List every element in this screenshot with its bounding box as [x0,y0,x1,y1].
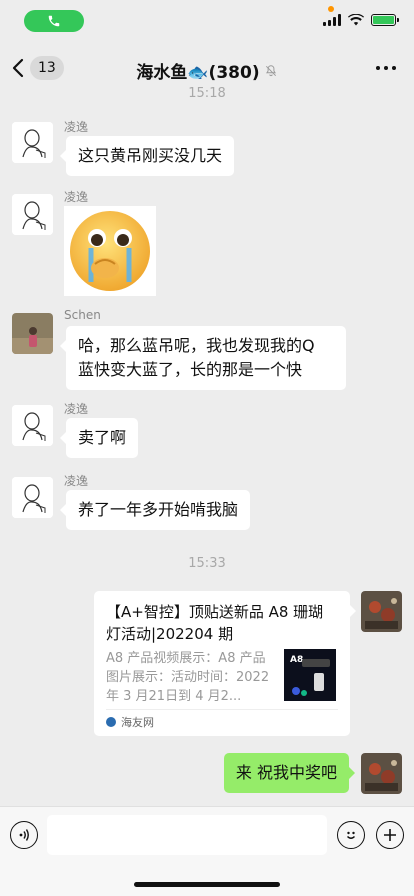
message-line: 蓝快变大蓝了，长的那是一个快 [78,360,303,379]
voice-icon [19,829,29,841]
privacy-indicator-dot [328,6,334,12]
message-bubble[interactable]: 养了一年多开始啃我脑 [59,490,251,530]
phone-icon [48,15,60,27]
message-bubble[interactable]: 这只黄吊刚买没几天 [59,136,235,176]
battery-charging-icon [371,14,399,26]
plus-icon [384,829,396,841]
message-input[interactable] [47,815,327,855]
avatar-schen[interactable] [12,313,53,354]
chat-title[interactable]: 海水鱼🐟(380) [0,58,414,83]
voice-button[interactable] [10,821,38,849]
message-bubble[interactable]: 卖了啊 [59,418,139,458]
sender-name: Schen [64,308,101,322]
crying-emoji-sticker[interactable] [64,206,156,296]
status-bar [0,0,414,44]
signal-icon [323,14,341,26]
emoji-icon [347,831,355,839]
source-icon [106,717,116,727]
avatar-lingyi[interactable] [12,405,53,446]
avatar-lingyi[interactable] [12,122,53,163]
avatar-me[interactable] [361,753,402,794]
link-description: A8 产品视频展示：A8 产品图片展示：活动时间：2022 年 3 月21日到 … [106,651,270,704]
link-card-message[interactable]: 【A+智控】顶贴送新品 A8 珊瑚灯活动|202204 期 A8 产品视频展示：… [94,591,356,736]
active-call-pill[interactable] [24,10,84,32]
sender-name: 凌逸 [64,120,89,134]
wifi-icon [348,14,364,26]
link-title: 【A+智控】顶贴送新品 A8 珊瑚灯活动|202204 期 [106,603,324,643]
plus-button[interactable] [376,821,404,849]
message-bubble[interactable]: 哈，那么蓝吊呢，我也发现我的Q 蓝快变大蓝了，长的那是一个快 [60,326,346,390]
emoji-button[interactable] [337,821,365,849]
group-name: 海水鱼🐟(380) [136,63,260,83]
home-indicator[interactable] [134,882,280,887]
timestamp: 15:33 [188,556,226,571]
link-source: 海友网 [106,709,338,730]
more-options-button[interactable] [376,66,396,70]
my-message-bubble[interactable]: 来 祝我中奖吧 [223,753,356,793]
avatar-lingyi[interactable] [12,477,53,518]
message-line: 哈，那么蓝吊呢，我也发现我的Q [78,336,315,355]
timestamp: 15:18 [188,86,226,101]
sender-name: 凌逸 [64,402,89,416]
sender-name: 凌逸 [64,190,89,204]
link-thumbnail: A8 [284,649,336,701]
source-name: 海友网 [121,716,154,729]
avatar-lingyi[interactable] [12,194,53,235]
mute-bell-icon [265,64,276,76]
more-dots-icon [376,66,380,70]
sender-name: 凌逸 [64,474,89,488]
avatar-me[interactable] [361,591,402,632]
